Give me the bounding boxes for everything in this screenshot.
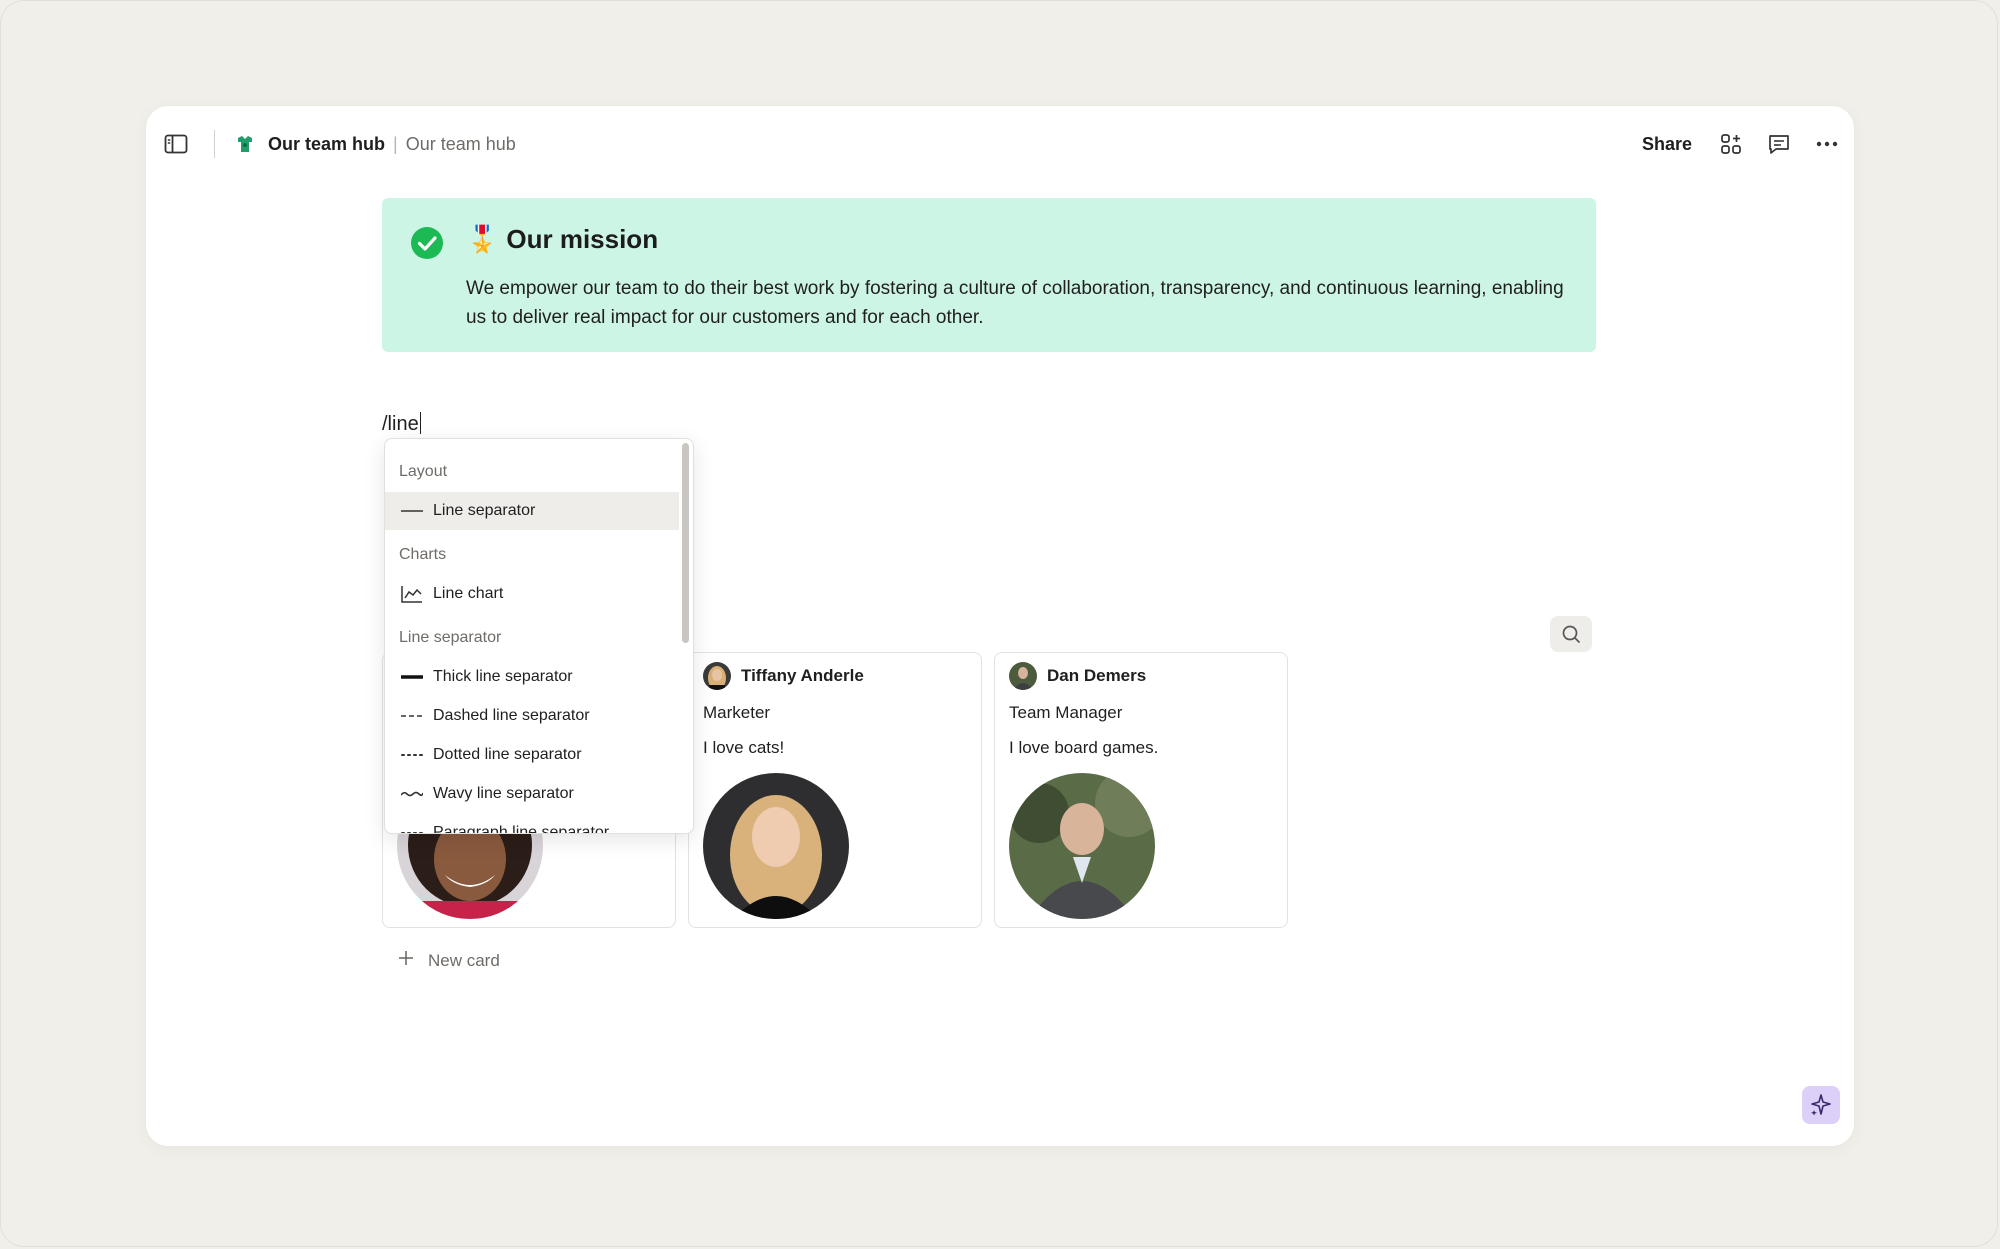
- section-layout: Layout: [399, 463, 448, 480]
- callout-body: We empower our team to do their best wor…: [466, 278, 1564, 328]
- slash-command-menu: Layout Line separator Charts Line chart …: [384, 438, 694, 834]
- share-button[interactable]: Share: [1636, 130, 1698, 159]
- card-role: Marketer: [703, 703, 771, 722]
- comment-icon[interactable]: [1764, 129, 1794, 159]
- menu-item-label: Thick line separator: [433, 668, 573, 685]
- menu-item-thick-line[interactable]: Thick line separator: [385, 658, 679, 696]
- top-actions: Share: [1636, 126, 1842, 162]
- apps-add-icon[interactable]: [1716, 129, 1746, 159]
- new-card-button[interactable]: New card: [398, 950, 500, 971]
- mission-callout: 🎖️ Our mission We empower our team to do…: [382, 198, 1596, 352]
- breadcrumb-main[interactable]: Our team hub: [268, 134, 385, 155]
- new-card-label: New card: [428, 950, 500, 970]
- divider: [214, 130, 215, 158]
- menu-item-paragraph-line[interactable]: Paragraph line separator: [385, 814, 679, 834]
- menu-item-line-chart[interactable]: Line chart: [385, 575, 679, 613]
- top-bar: Our team hub | Our team hub Share: [146, 106, 1854, 178]
- search-icon[interactable]: [1550, 616, 1592, 652]
- paragraph-line-icon: [399, 831, 425, 833]
- slash-command-text: /line: [382, 413, 419, 435]
- more-icon[interactable]: [1812, 129, 1842, 159]
- medal-icon: 🎖️: [466, 224, 499, 254]
- dashed-line-icon: [399, 714, 425, 718]
- text-caret: [419, 412, 422, 434]
- plus-icon: [398, 950, 414, 971]
- team-hub-icon: [234, 132, 258, 156]
- callout-title-text: Our mission: [506, 224, 659, 254]
- callout-title: 🎖️ Our mission: [466, 224, 658, 255]
- check-circle-icon: [410, 226, 444, 260]
- menu-item-label: Line separator: [433, 502, 536, 519]
- menu-scrollbar[interactable]: [682, 443, 689, 643]
- sidebar-icon[interactable]: [156, 124, 196, 164]
- menu-item-label: Paragraph line separator: [433, 824, 610, 834]
- card-hobby: I love board games.: [1009, 738, 1159, 757]
- card-name: Dan Demers: [1047, 666, 1147, 685]
- team-card[interactable]: Dan Demers Team Manager I love board gam…: [994, 652, 1288, 928]
- card-header: Dan Demers: [1009, 659, 1146, 693]
- avatar: [1009, 662, 1037, 690]
- menu-item-label: Wavy line separator: [433, 785, 574, 802]
- profile-photo: [703, 773, 849, 919]
- line-chart-icon: [399, 585, 425, 603]
- line-separator-icon: [399, 509, 425, 513]
- menu-item-line-separator[interactable]: Line separator: [385, 492, 679, 530]
- section-charts: Charts: [399, 546, 447, 563]
- menu-item-dotted-line[interactable]: Dotted line separator: [385, 736, 679, 774]
- menu-item-label: Dashed line separator: [433, 707, 590, 724]
- section-line-separator: Line separator: [399, 629, 502, 646]
- sparkle-icon[interactable]: [1802, 1086, 1840, 1124]
- card-header: Tiffany Anderle: [703, 659, 864, 693]
- wavy-line-icon: [399, 790, 425, 798]
- menu-item-label: Line chart: [433, 585, 504, 602]
- card-name: Tiffany Anderle: [741, 666, 864, 685]
- menu-item-wavy-line[interactable]: Wavy line separator: [385, 775, 679, 813]
- profile-photo: [1009, 773, 1155, 919]
- thick-line-icon: [399, 674, 425, 680]
- avatar: [703, 662, 731, 690]
- breadcrumb-separator: |: [393, 133, 398, 154]
- dotted-line-icon: [399, 753, 425, 757]
- breadcrumb: Our team hub | Our team hub: [234, 130, 516, 158]
- card-hobby: I love cats!: [703, 738, 785, 757]
- breadcrumb-sub[interactable]: Our team hub: [406, 134, 516, 155]
- card-role: Team Manager: [1009, 703, 1123, 722]
- document-window: Our team hub | Our team hub Share 🎖️ Our…: [146, 106, 1854, 1146]
- menu-item-dashed-line[interactable]: Dashed line separator: [385, 697, 679, 735]
- slash-command-input[interactable]: /line: [382, 412, 422, 436]
- menu-item-label: Dotted line separator: [433, 746, 582, 763]
- team-card[interactable]: Tiffany Anderle Marketer I love cats!: [688, 652, 982, 928]
